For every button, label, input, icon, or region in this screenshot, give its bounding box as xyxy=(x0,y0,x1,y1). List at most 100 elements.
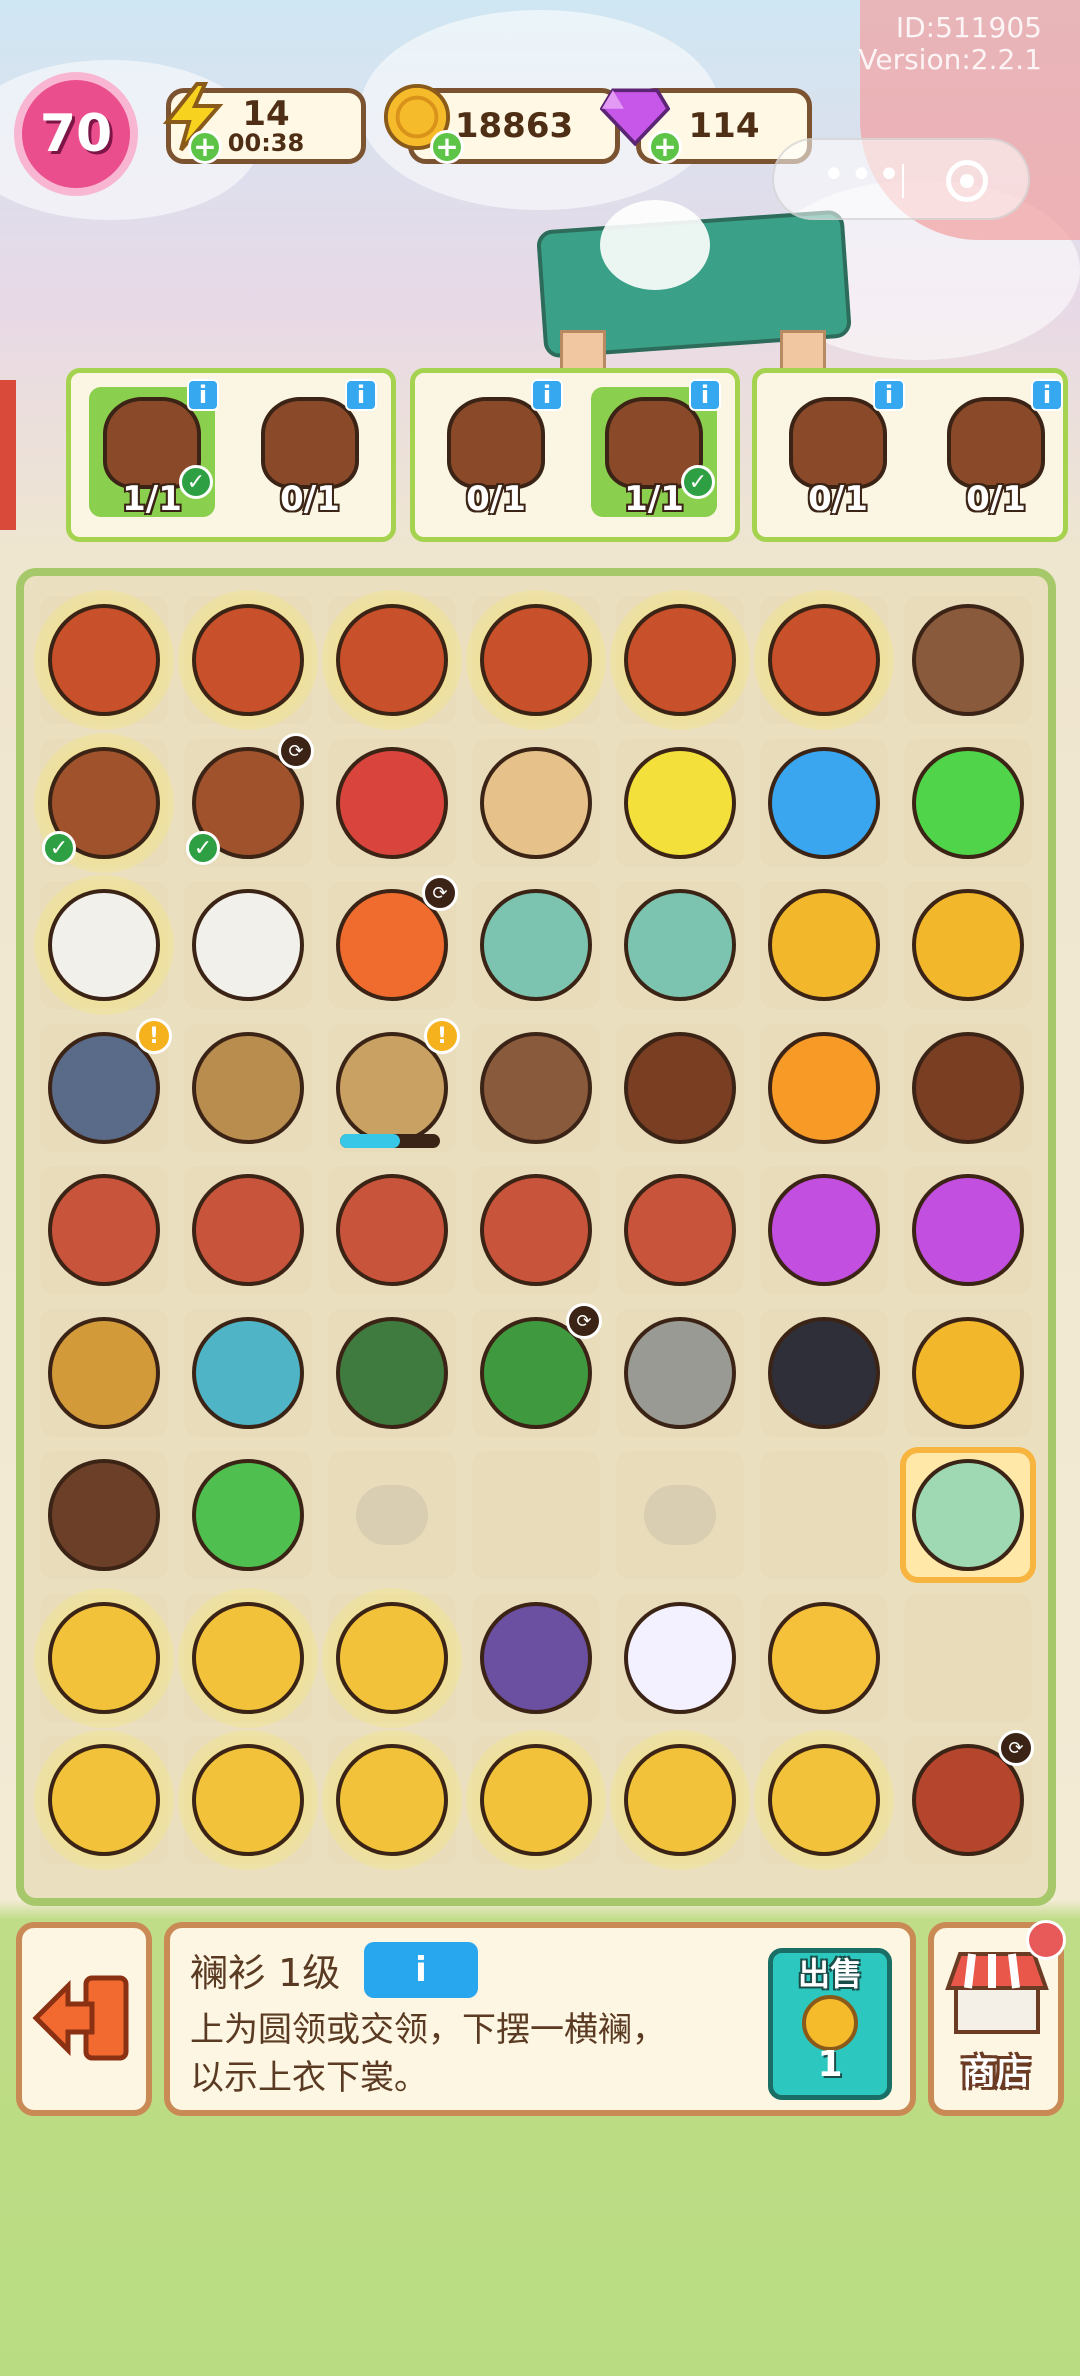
board-cell[interactable] xyxy=(466,590,606,730)
coin-value: 18863 xyxy=(454,106,574,146)
add-gems-button[interactable]: + xyxy=(648,130,682,164)
board-cell[interactable] xyxy=(184,1451,312,1579)
board-cell[interactable]: ⟳ ✓ xyxy=(184,733,314,867)
order-info-button[interactable]: i xyxy=(873,379,905,411)
board-cell[interactable] xyxy=(904,1309,1032,1437)
board-cell[interactable] xyxy=(322,1588,462,1728)
target-circle-icon[interactable] xyxy=(946,160,988,202)
board-cell[interactable] xyxy=(904,1166,1032,1294)
board-cell[interactable]: ! xyxy=(40,1018,172,1152)
board-cell[interactable] xyxy=(754,590,894,730)
board-cell[interactable] xyxy=(472,1166,600,1294)
order-card[interactable]: i ✓ 1/1 i 0/1 xyxy=(66,368,396,542)
board-cell[interactable] xyxy=(328,739,456,867)
board-cell[interactable] xyxy=(760,1166,888,1294)
add-coins-button[interactable]: + xyxy=(430,130,464,164)
order-info-button[interactable]: i xyxy=(689,379,721,411)
order-item[interactable]: i 0/1 xyxy=(433,379,563,519)
board-cell[interactable]: ⟳ xyxy=(472,1303,602,1437)
board-cell[interactable] xyxy=(616,1451,744,1579)
board-cell[interactable] xyxy=(40,1166,168,1294)
board-cell[interactable] xyxy=(900,1447,1036,1583)
board-cell[interactable] xyxy=(34,875,174,1015)
board-cell[interactable] xyxy=(178,1588,318,1728)
order-item[interactable]: i 0/1 xyxy=(247,379,377,519)
tambourine-icon xyxy=(480,747,592,859)
sell-button[interactable]: 出售 1 xyxy=(768,1948,892,2100)
alert-icon: ! xyxy=(136,1018,172,1054)
board-cell[interactable] xyxy=(904,739,1032,867)
board-cell[interactable] xyxy=(610,590,750,730)
item-info-button[interactable]: i xyxy=(364,1942,478,1998)
chestnut-icon xyxy=(912,1032,1024,1144)
order-item[interactable]: i ✓ 1/1 xyxy=(591,379,721,519)
order-count: 0/1 xyxy=(280,479,340,519)
board-cell[interactable] xyxy=(760,1309,888,1437)
board-cell[interactable] xyxy=(34,1730,174,1870)
board-cell[interactable] xyxy=(904,881,1032,1009)
board-cell[interactable] xyxy=(40,1309,168,1437)
add-energy-button[interactable]: + xyxy=(188,130,222,164)
board-cell[interactable] xyxy=(34,1588,174,1728)
board-cell[interactable]: ! xyxy=(328,1018,460,1152)
board-cell[interactable] xyxy=(904,1024,1032,1152)
shop-button[interactable]: 商店 xyxy=(928,1920,1066,2116)
board-cell[interactable] xyxy=(328,1309,456,1437)
locked-placeholder-icon xyxy=(644,1485,716,1545)
board-cell[interactable] xyxy=(472,1594,600,1722)
purple-energy-orb-icon xyxy=(912,1174,1024,1286)
player-id: ID:511905 xyxy=(895,11,1042,44)
board-cell[interactable] xyxy=(760,1024,888,1152)
order-item[interactable]: i 0/1 xyxy=(775,379,905,519)
order-card[interactable]: i 0/1 i ✓ 1/1 xyxy=(410,368,740,542)
board-cell[interactable] xyxy=(616,1309,744,1437)
order-info-button[interactable]: i xyxy=(345,379,377,411)
board-cell[interactable] xyxy=(328,1451,456,1579)
board-cell[interactable]: ⟳ xyxy=(328,875,458,1009)
board-cell[interactable] xyxy=(184,1024,312,1152)
board-cell[interactable] xyxy=(466,1730,606,1870)
board-cell[interactable] xyxy=(184,1166,312,1294)
order-info-button[interactable]: i xyxy=(531,379,563,411)
scroll-icon xyxy=(261,397,359,489)
more-dots-icon[interactable]: ••• xyxy=(822,155,905,195)
board-cell[interactable] xyxy=(760,739,888,867)
board-cell[interactable] xyxy=(322,590,462,730)
board-cell[interactable] xyxy=(184,1309,312,1437)
board-cell[interactable] xyxy=(904,1594,1032,1722)
timer-icon: ⟳ xyxy=(278,733,314,769)
board-cell[interactable] xyxy=(760,881,888,1009)
board-cell[interactable] xyxy=(472,1024,600,1152)
board-cell[interactable] xyxy=(760,1594,888,1722)
board-cell[interactable] xyxy=(616,1594,744,1722)
board-cell[interactable]: ⟳ xyxy=(904,1730,1034,1864)
board-cell[interactable]: ✓ xyxy=(34,733,174,873)
board-cell[interactable] xyxy=(40,1451,168,1579)
order-info-button[interactable]: i xyxy=(187,379,219,411)
board-cell[interactable] xyxy=(760,1451,888,1579)
board-cell[interactable] xyxy=(754,1730,894,1870)
green-robe-icon xyxy=(912,1459,1024,1571)
board-cell[interactable] xyxy=(610,1730,750,1870)
level-badge[interactable]: 70 xyxy=(14,72,138,196)
board-cell[interactable] xyxy=(322,1730,462,1870)
board-cell[interactable] xyxy=(472,881,600,1009)
board-cell[interactable] xyxy=(328,1166,456,1294)
board-cell[interactable] xyxy=(472,739,600,867)
board-cell[interactable] xyxy=(616,1166,744,1294)
order-card[interactable]: i 0/1 i 0/1 xyxy=(752,368,1068,542)
board-cell[interactable] xyxy=(616,1024,744,1152)
kite-icon xyxy=(48,1744,160,1856)
board-cell[interactable] xyxy=(904,596,1032,724)
exit-button[interactable] xyxy=(16,1922,152,2116)
board-cell[interactable] xyxy=(616,881,744,1009)
board-cell[interactable] xyxy=(178,590,318,730)
board-cell[interactable] xyxy=(184,881,312,1009)
board-cell[interactable] xyxy=(472,1451,600,1579)
board-cell[interactable] xyxy=(178,1730,318,1870)
board-cell[interactable] xyxy=(616,739,744,867)
board-cell[interactable] xyxy=(34,590,174,730)
order-item[interactable]: i 0/1 xyxy=(933,379,1063,519)
order-info-button[interactable]: i xyxy=(1031,379,1063,411)
order-item[interactable]: i ✓ 1/1 xyxy=(89,379,219,519)
